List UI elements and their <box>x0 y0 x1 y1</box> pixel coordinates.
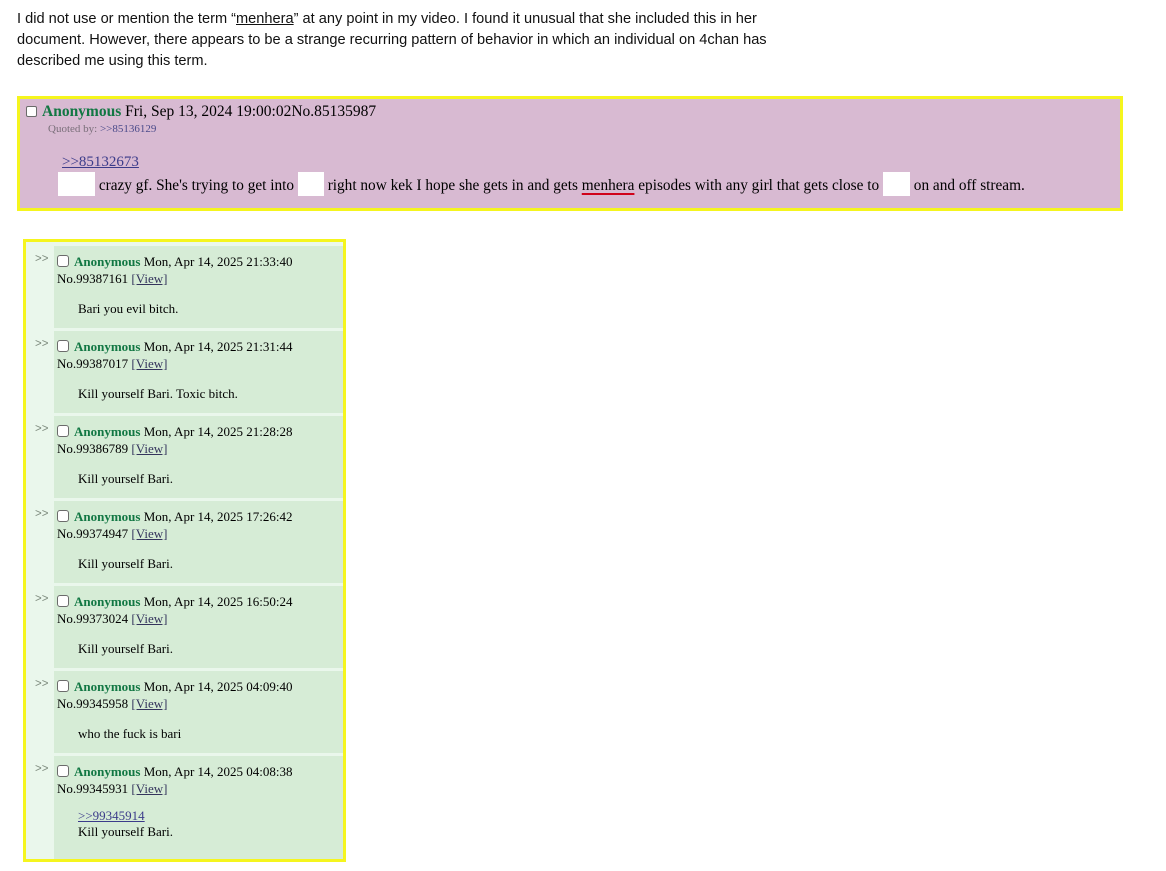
reply-arrows: >> <box>35 338 49 350</box>
reply-name: Anonymous <box>74 594 141 609</box>
reply-arrows: >> <box>35 423 49 435</box>
reply-checkbox[interactable] <box>57 680 69 692</box>
reply-message: Kill yourself Bari. <box>78 471 173 486</box>
redaction-box <box>882 172 910 196</box>
view-link[interactable]: [View] <box>131 271 167 286</box>
reply-name: Anonymous <box>74 254 141 269</box>
redaction-box <box>58 172 95 196</box>
reply-datetime: Mon, Apr 14, 2025 21:33:40 <box>143 254 293 269</box>
reply-datetime: Mon, Apr 14, 2025 21:31:44 <box>143 339 293 354</box>
post-header: Anonymous Fri, Sep 13, 2024 19:00:02No.8… <box>26 102 376 122</box>
reply-message: who the fuck is bari <box>78 726 182 741</box>
reply-box: Anonymous Mon, Apr 14, 2025 17:26:42 No.… <box>54 501 343 583</box>
reply-datetime: Mon, Apr 14, 2025 04:08:38 <box>143 764 293 779</box>
view-link[interactable]: [View] <box>131 356 167 371</box>
reply-arrows: >> <box>35 253 49 265</box>
reply-name: Anonymous <box>74 424 141 439</box>
reply-arrows: >> <box>35 678 49 690</box>
reply-box: Anonymous Mon, Apr 14, 2025 21:33:40 No.… <box>54 246 343 328</box>
reply-number[interactable]: No.99374947 <box>57 526 128 541</box>
reply-number[interactable]: No.99345931 <box>57 781 128 796</box>
reply-datetime: Mon, Apr 14, 2025 04:09:40 <box>143 679 293 694</box>
reply-datetime: Mon, Apr 14, 2025 16:50:24 <box>143 594 293 609</box>
reply-checkbox[interactable] <box>57 425 69 437</box>
post-term: menhera <box>581 177 635 194</box>
reply-checkbox[interactable] <box>57 340 69 352</box>
reply-number[interactable]: No.99387017 <box>57 356 128 371</box>
reply-box: Anonymous Mon, Apr 14, 2025 21:31:44 No.… <box>54 331 343 413</box>
reply-item: >> Anonymous Mon, Apr 14, 2025 21:28:28 … <box>26 416 343 498</box>
reply-message: Kill yourself Bari. <box>78 556 173 571</box>
post-text-3: episodes with any girl that gets close t… <box>638 177 880 194</box>
reply-box: Anonymous Mon, Apr 14, 2025 04:09:40 No.… <box>54 671 343 753</box>
reply-arrows: >> <box>35 763 49 775</box>
reply-item: >> Anonymous Mon, Apr 14, 2025 04:08:38 … <box>26 756 343 859</box>
reply-checkbox[interactable] <box>57 255 69 267</box>
reply-message: Kill yourself Bari. <box>78 641 173 656</box>
view-link[interactable]: [View] <box>131 441 167 456</box>
reply-box: Anonymous Mon, Apr 14, 2025 16:50:24 No.… <box>54 586 343 668</box>
reply-number[interactable]: No.99345958 <box>57 696 128 711</box>
reply-datetime: Mon, Apr 14, 2025 17:26:42 <box>143 509 293 524</box>
intro-term: menhera <box>236 11 294 27</box>
post-number[interactable]: No.85135987 <box>291 103 376 120</box>
reply-list: >> Anonymous Mon, Apr 14, 2025 21:33:40 … <box>23 239 346 862</box>
reply-item: >> Anonymous Mon, Apr 14, 2025 21:33:40 … <box>26 246 343 328</box>
redaction-box <box>297 172 324 196</box>
quoted-post: Anonymous Fri, Sep 13, 2024 19:00:02No.8… <box>17 96 1123 211</box>
poster-name: Anonymous <box>42 103 122 120</box>
reply-item: >> Anonymous Mon, Apr 14, 2025 04:09:40 … <box>26 671 343 753</box>
quoted-by: Quoted by: >>85136129 <box>48 123 156 135</box>
reply-quote-link[interactable]: >>99345914 <box>78 808 145 824</box>
reply-name: Anonymous <box>74 339 141 354</box>
reply-arrows: >> <box>35 593 49 605</box>
post-text-4: on and off stream. <box>913 177 1025 194</box>
intro-text-1: I did not use or mention the term “ <box>17 11 237 27</box>
reply-number[interactable]: No.99373024 <box>57 611 128 626</box>
reply-message: Kill yourself Bari. Toxic bitch. <box>78 386 238 401</box>
view-link[interactable]: [View] <box>131 526 167 541</box>
reply-item: >> Anonymous Mon, Apr 14, 2025 16:50:24 … <box>26 586 343 668</box>
reply-item: >> Anonymous Mon, Apr 14, 2025 17:26:42 … <box>26 501 343 583</box>
reply-message: Bari you evil bitch. <box>78 301 179 316</box>
post-body: crazy gf. She's trying to get into right… <box>58 172 1025 197</box>
quoted-by-link[interactable]: >>85136129 <box>100 123 156 135</box>
reply-name: Anonymous <box>74 679 141 694</box>
post-text-1: crazy gf. She's trying to get into <box>98 177 295 194</box>
view-link[interactable]: [View] <box>131 781 167 796</box>
reply-number[interactable]: No.99387161 <box>57 271 128 286</box>
reply-datetime: Mon, Apr 14, 2025 21:28:28 <box>143 424 293 439</box>
reply-checkbox[interactable] <box>57 510 69 522</box>
reply-message: Kill yourself Bari. <box>78 824 173 839</box>
reply-name: Anonymous <box>74 764 141 779</box>
reply-arrows: >> <box>35 508 49 520</box>
reply-checkbox[interactable] <box>57 595 69 607</box>
view-link[interactable]: [View] <box>131 611 167 626</box>
post-checkbox[interactable] <box>26 106 37 117</box>
post-text-2: right now kek I hope she gets in and get… <box>327 177 578 194</box>
reply-box: Anonymous Mon, Apr 14, 2025 04:08:38 No.… <box>54 756 343 859</box>
reply-number[interactable]: No.99386789 <box>57 441 128 456</box>
reply-box: Anonymous Mon, Apr 14, 2025 21:28:28 No.… <box>54 416 343 498</box>
reply-checkbox[interactable] <box>57 765 69 777</box>
quoted-by-label: Quoted by: <box>48 123 98 135</box>
view-link[interactable]: [View] <box>131 696 167 711</box>
reply-item: >> Anonymous Mon, Apr 14, 2025 21:31:44 … <box>26 331 343 413</box>
reply-name: Anonymous <box>74 509 141 524</box>
quote-link[interactable]: >>85132673 <box>62 154 139 171</box>
post-datetime: Fri, Sep 13, 2024 19:00:02 <box>125 103 292 120</box>
intro-paragraph: I did not use or mention the term “menhe… <box>17 9 807 72</box>
